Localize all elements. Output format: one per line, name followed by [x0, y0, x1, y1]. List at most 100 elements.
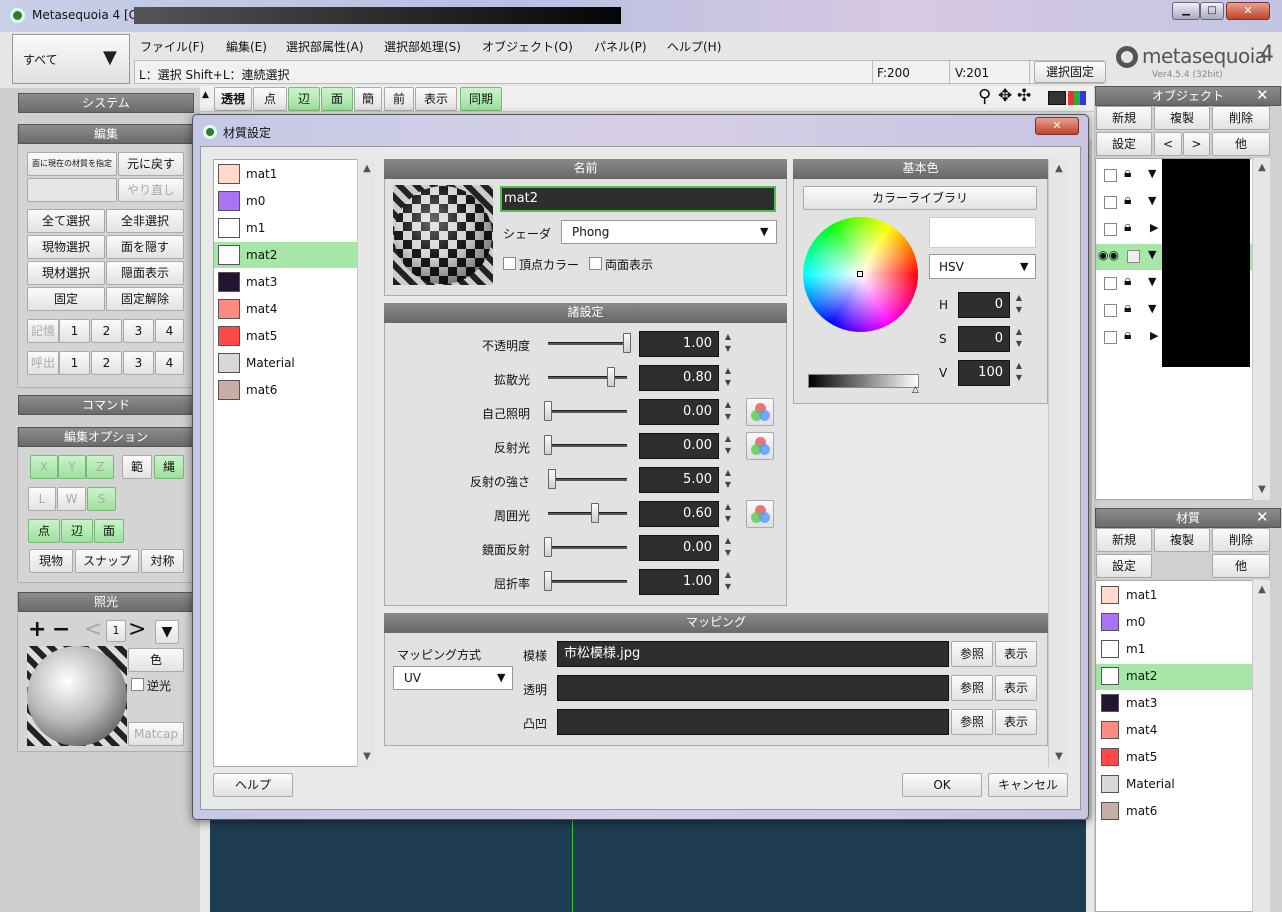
object-duplicate-button[interactable]: 複製 [1154, 106, 1210, 130]
param-slider[interactable] [548, 546, 627, 549]
zoom-icon[interactable]: ⚲ [978, 86, 991, 107]
rotate-icon[interactable]: ✣ [1017, 86, 1031, 106]
param-spinner[interactable]: ▲ ▼ [721, 399, 735, 425]
memory-3-button[interactable]: 3 [123, 319, 154, 343]
material-delete-button[interactable]: 削除 [1212, 528, 1270, 552]
param-slider-thumb[interactable] [544, 537, 552, 557]
visible-eye-icon[interactable]: ◉◉ [1098, 248, 1119, 262]
map-browse-button[interactable]: 参照 [951, 709, 993, 735]
color-mode-select[interactable]: HSV ▼ [929, 254, 1036, 279]
viewport-3d-canvas[interactable] [210, 812, 1086, 912]
show-hidden-button[interactable]: 隠面表示 [106, 261, 184, 285]
fix-selection-button[interactable]: 選択固定 [1034, 61, 1106, 83]
list-item[interactable]: mat6 [1096, 799, 1252, 825]
maximize-button[interactable]: □ [1200, 2, 1224, 20]
matcap-button[interactable]: Matcap [128, 722, 184, 746]
param-value-field[interactable]: 1.00 [639, 331, 719, 357]
param-value-field[interactable]: 0.00 [639, 399, 719, 425]
map-file-field[interactable] [557, 709, 949, 735]
map-show-button[interactable]: 表示 [995, 675, 1037, 701]
mapping-method-select[interactable]: UV ▼ [393, 666, 513, 690]
recall-3-button[interactable]: 3 [123, 351, 154, 375]
hsv-spinner[interactable]: ▲ ▼ [1012, 292, 1026, 318]
screen-layout-icon[interactable] [1048, 91, 1066, 105]
range-button[interactable]: 範 [122, 455, 152, 479]
ok-button[interactable]: OK [902, 773, 982, 797]
undo-button[interactable]: 元に戻す [118, 152, 184, 176]
param-value-field[interactable]: 0.60 [639, 501, 719, 527]
mode-select[interactable]: すべて ▼ [12, 34, 130, 84]
memory-2-button[interactable]: 2 [91, 319, 122, 343]
menu-panel[interactable]: パネル(P) [594, 38, 647, 55]
material-list-scrollbar[interactable]: ▲ [1252, 580, 1270, 912]
hsv-spinner[interactable]: ▲ ▼ [1012, 326, 1026, 352]
cancel-button[interactable]: キャンセル [988, 773, 1068, 797]
list-item[interactable]: mat4 [214, 296, 357, 322]
reverse-light-checkbox[interactable] [131, 678, 144, 691]
edit-option-panel-header[interactable]: 編集オプション [18, 427, 194, 447]
system-panel-header[interactable]: システム [18, 93, 194, 113]
menu-file[interactable]: ファイル(F) [140, 38, 204, 55]
scroll-up-icon[interactable]: ▲ [1051, 161, 1067, 177]
param-spinner[interactable]: ▲ ▼ [721, 467, 735, 493]
object-other-button[interactable]: 他 [1212, 132, 1270, 156]
symmetry-button[interactable]: 対称 [141, 549, 184, 573]
map-browse-button[interactable]: 参照 [951, 675, 993, 701]
dialog-list-scrollbar[interactable]: ▲ ▼ [357, 159, 375, 767]
view-perspective-button[interactable]: 透視 [214, 87, 252, 111]
light-menu-button[interactable]: ▼ [155, 620, 179, 644]
param-slider-thumb[interactable] [591, 503, 600, 523]
dialog-right-scrollbar[interactable]: ▲ ▼ [1048, 159, 1068, 767]
menu-object[interactable]: オブジェクト(O) [482, 38, 573, 55]
add-light-icon[interactable]: + [28, 618, 46, 642]
list-item-selected[interactable]: mat2 [214, 242, 357, 268]
redo-button[interactable]: やり直し [118, 178, 184, 202]
map-show-button[interactable]: 表示 [995, 641, 1037, 667]
param-value-field[interactable]: 1.00 [639, 569, 719, 595]
param-value-field[interactable]: 0.00 [639, 433, 719, 459]
param-spinner[interactable]: ▲ ▼ [721, 569, 735, 595]
light-panel-header[interactable]: 照光 [18, 592, 194, 612]
select-current-material-button[interactable]: 現材選択 [27, 261, 105, 285]
hsv-value-field[interactable]: 0 [958, 326, 1010, 352]
color-picker-icon[interactable] [746, 432, 774, 460]
param-slider-thumb[interactable] [544, 571, 552, 591]
list-item[interactable]: m0 [214, 188, 357, 214]
param-slider[interactable] [548, 342, 627, 345]
material-other-button[interactable]: 他 [1212, 554, 1270, 578]
view-display-button[interactable]: 表示 [415, 87, 457, 111]
value-slider-thumb-icon[interactable]: △ [912, 385, 919, 395]
map-browse-button[interactable]: 参照 [951, 641, 993, 667]
param-slider-thumb[interactable] [547, 469, 556, 489]
object-panel-header[interactable]: オブジェクト [1095, 86, 1281, 106]
view-simple-button[interactable]: 簡 [354, 87, 382, 111]
edit-panel-header[interactable]: 編集 [18, 124, 194, 144]
list-item[interactable]: mat3 [214, 269, 357, 295]
lock-button[interactable]: 固定 [27, 287, 105, 311]
lock-icon[interactable]: 🔒︎ [1124, 219, 1131, 235]
scroll-down-icon[interactable]: ▼ [1254, 482, 1270, 498]
param-value-field[interactable]: 0.00 [639, 535, 719, 561]
next-light-icon[interactable]: > [128, 618, 146, 642]
screen-button[interactable]: S [87, 487, 116, 511]
unlock-button[interactable]: 固定解除 [106, 287, 184, 311]
shader-select[interactable]: Phong ▼ [561, 220, 777, 244]
dialog-close-button[interactable]: ✕ [1035, 117, 1079, 135]
param-value-field[interactable]: 5.00 [639, 467, 719, 493]
expand-icon[interactable]: ▼ [1148, 302, 1156, 315]
prev-light-icon[interactable]: < [84, 618, 102, 642]
lock-icon[interactable]: 🔒︎ [1124, 327, 1131, 343]
list-item[interactable]: mat1 [1096, 583, 1252, 609]
material-panel-header[interactable]: 材質 [1095, 508, 1281, 528]
recall-4-button[interactable]: 4 [155, 351, 184, 375]
object-delete-button[interactable]: 削除 [1212, 106, 1270, 130]
material-duplicate-button[interactable]: 複製 [1154, 528, 1210, 552]
material-name-input[interactable]: mat2 [500, 186, 776, 212]
blank-button[interactable] [27, 178, 117, 202]
list-item[interactable]: mat4 [1096, 718, 1252, 744]
material-new-button[interactable]: 新規 [1096, 528, 1152, 552]
close-button[interactable]: ✕ [1226, 2, 1270, 20]
collapse-icon[interactable]: ▶ [1150, 221, 1158, 234]
scroll-up-icon[interactable]: ▲ [1254, 160, 1270, 176]
list-item[interactable]: mat5 [214, 323, 357, 349]
